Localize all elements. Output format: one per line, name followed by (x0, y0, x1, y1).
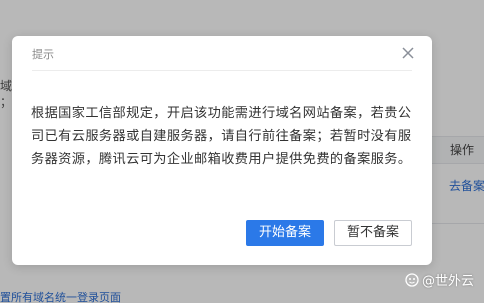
dialog-footer: 开始备案 暂不备案 (12, 220, 432, 250)
start-filing-button[interactable]: 开始备案 (246, 220, 324, 246)
dialog-message: 根据国家工信部规定，开启该功能需进行域名网站备案，若贵公司已有云服务器或自建服务… (31, 106, 412, 167)
watermark-text: @世外云 (421, 274, 474, 289)
close-icon[interactable] (400, 45, 416, 61)
watermark: @世外云 (405, 273, 474, 291)
notice-dialog: 提示 根据国家工信部规定，开启该功能需进行域名网站备案，若贵公司已有云服务器或自… (12, 36, 432, 265)
dialog-title: 提示 (32, 48, 54, 61)
dialog-header-divider (32, 70, 412, 71)
dialog-header: 提示 (12, 36, 432, 70)
watermark-logo-icon (405, 273, 419, 287)
skip-filing-button[interactable]: 暂不备案 (334, 220, 412, 246)
